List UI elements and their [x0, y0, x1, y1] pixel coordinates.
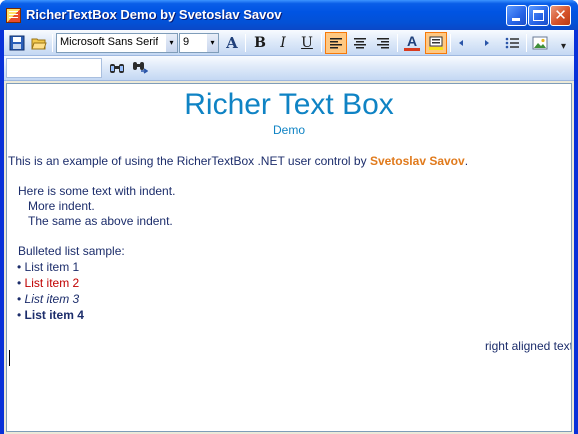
indent-decrease-icon — [459, 40, 463, 46]
find-button[interactable] — [106, 57, 128, 79]
highlight-button[interactable] — [425, 32, 447, 54]
underline-button[interactable]: U — [296, 32, 318, 54]
minimize-icon — [512, 18, 520, 21]
bold-icon: B — [254, 35, 266, 51]
toolbar-separator — [321, 34, 322, 52]
text-caret — [9, 350, 10, 366]
intro-text: This is an example of using the RicherTe… — [8, 154, 370, 168]
maximize-button[interactable] — [528, 5, 549, 26]
list-item: • List item 4 — [17, 308, 84, 322]
find-text-input[interactable] — [6, 58, 102, 78]
list-item: • List item 1 — [17, 260, 79, 274]
font-color-button[interactable]: A — [401, 32, 423, 54]
align-center-button[interactable] — [349, 32, 371, 54]
align-left-button[interactable] — [325, 32, 347, 54]
toolbar-separator — [526, 34, 527, 52]
document-subtitle: Demo — [272, 123, 305, 137]
find-replace-button[interactable] — [129, 57, 151, 79]
align-right-icon — [377, 38, 389, 49]
insert-picture-icon — [532, 36, 548, 50]
intro-period: . — [464, 154, 469, 168]
indent-line-3: The same as above indent. — [28, 214, 173, 228]
bullet-icon: • — [17, 276, 22, 290]
font-size-select[interactable]: 9 ▾ — [179, 33, 219, 53]
list-item-text: List item 4 — [24, 308, 84, 322]
bold-button[interactable]: B — [249, 32, 271, 54]
find-icon — [110, 64, 124, 73]
align-center-icon — [354, 38, 366, 49]
chevron-down-icon[interactable]: ▾ — [207, 34, 218, 52]
toolbar-separator — [245, 34, 246, 52]
save-icon — [9, 35, 25, 51]
app-window: RicherTextBox Demo by Svetoslav Savov ✕ — [0, 0, 578, 434]
align-left-icon — [330, 38, 342, 49]
font-color-icon: A — [404, 34, 420, 51]
indent-line-2: More indent. — [28, 199, 95, 213]
intro-paragraph: This is an example of using the RicherTe… — [8, 154, 468, 168]
list-item: • List item 2 — [17, 276, 79, 290]
right-aligned-text: right aligned text — [484, 339, 572, 353]
client-area: Microsoft Sans Serif ▾ 9 ▾ A B I U A ▾ R… — [4, 30, 574, 434]
list-item-text: List item 1 — [24, 260, 80, 274]
search-toolbar — [4, 56, 574, 81]
font-family-select[interactable]: Microsoft Sans Serif ▾ — [56, 33, 178, 53]
find-replace-icon — [133, 62, 148, 74]
bullet-icon: • — [17, 260, 22, 274]
formatting-toolbar: Microsoft Sans Serif ▾ 9 ▾ A B I U A ▾ — [4, 30, 574, 56]
document-title: Richer Text Box — [184, 88, 394, 121]
font-size-value: 9 — [183, 36, 190, 48]
italic-icon: I — [280, 35, 286, 51]
grow-font-button[interactable]: A — [221, 32, 243, 54]
open-icon — [31, 38, 47, 50]
list-item-text: List item 2 — [24, 276, 80, 290]
author-name: Svetoslav Savov — [369, 154, 465, 168]
app-icon[interactable] — [6, 8, 21, 23]
toolbar-separator — [397, 34, 398, 52]
bullets-heading: Bulleted list sample: — [18, 244, 125, 258]
decrease-indent-button[interactable] — [453, 32, 475, 54]
close-button[interactable]: ✕ — [550, 5, 571, 26]
indent-line-1: Here is some text with indent. — [18, 184, 176, 198]
italic-button[interactable]: I — [272, 32, 294, 54]
font-family-value: Microsoft Sans Serif — [60, 36, 159, 48]
indent-increase-icon — [485, 40, 489, 46]
minimize-button[interactable] — [506, 5, 527, 26]
close-icon: ✕ — [554, 6, 567, 24]
bullets-icon — [505, 37, 519, 49]
window-title: RicherTextBox Demo by Svetoslav Savov — [26, 7, 282, 22]
increase-indent-button[interactable] — [477, 32, 499, 54]
underline-icon: U — [301, 35, 313, 51]
toolbar-separator — [52, 34, 53, 52]
chevron-down-icon: ▾ — [561, 41, 567, 52]
highlight-icon — [429, 36, 443, 50]
grow-font-icon: A — [226, 34, 238, 52]
title-bar[interactable]: RicherTextBox Demo by Svetoslav Savov ✕ — [0, 0, 578, 30]
toolbar-separator — [450, 34, 451, 52]
insert-picture-button[interactable] — [529, 32, 551, 54]
save-button[interactable] — [6, 32, 28, 54]
list-item: • List item 3 — [17, 292, 79, 306]
open-button[interactable] — [28, 32, 50, 54]
bullet-icon: • — [17, 292, 22, 306]
rich-text-editor[interactable]: Richer Text Box Demo This is an example … — [6, 83, 572, 432]
bullets-button[interactable] — [501, 32, 523, 54]
bullet-icon: • — [17, 308, 22, 322]
toolbar-overflow-button[interactable]: ▾ — [559, 41, 571, 54]
chevron-down-icon[interactable]: ▾ — [166, 34, 177, 52]
maximize-icon — [533, 10, 544, 21]
list-item-text: List item 3 — [24, 292, 80, 306]
align-right-button[interactable] — [372, 32, 394, 54]
